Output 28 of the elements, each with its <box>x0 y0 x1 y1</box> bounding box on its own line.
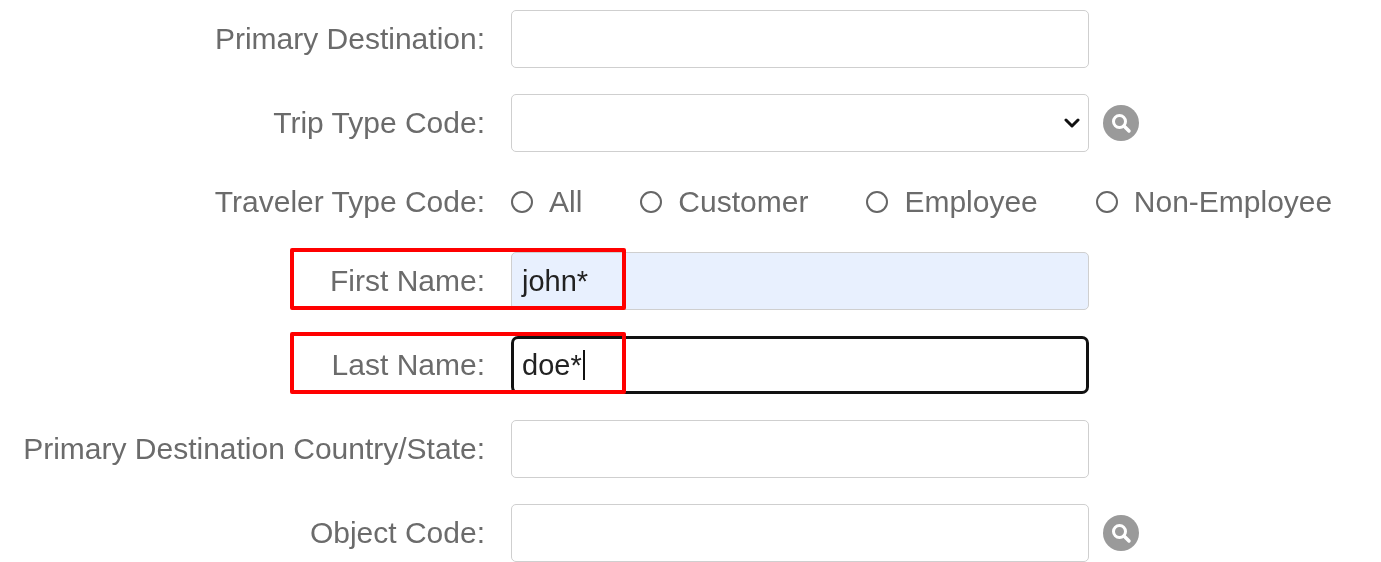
radio-label: Customer <box>678 185 809 219</box>
field-label: Traveler Type Code: <box>213 185 485 219</box>
radio-option[interactable]: Employee <box>866 185 1038 219</box>
radio-button[interactable] <box>1095 191 1118 213</box>
radio-button[interactable] <box>866 191 889 213</box>
radio-label: Non-Employee <box>1133 185 1333 219</box>
radio-button[interactable] <box>640 191 663 213</box>
field-label: Object Code: <box>308 516 485 550</box>
field-label: Last Name: <box>330 348 485 382</box>
field-label: Trip Type Code: <box>272 106 485 140</box>
input-field[interactable] <box>511 10 1089 68</box>
chevron-down-icon <box>1064 117 1080 129</box>
input-field[interactable]: john* <box>511 252 1089 310</box>
field-label: Primary Destination: <box>213 22 485 56</box>
search-icon[interactable] <box>1103 515 1139 551</box>
search-icon[interactable] <box>1103 105 1139 141</box>
field-label: First Name: <box>329 264 485 298</box>
radio-option[interactable]: All <box>511 185 583 219</box>
field-label: Primary Destination Country/State: <box>22 432 485 466</box>
radio-option[interactable]: Non-Employee <box>1095 185 1333 219</box>
input-field[interactable] <box>511 420 1089 478</box>
input-field[interactable] <box>511 504 1089 562</box>
radio-label: All <box>549 185 583 219</box>
dropdown-field[interactable] <box>511 94 1089 152</box>
radio-button[interactable] <box>511 191 533 213</box>
radio-label: Employee <box>904 185 1038 219</box>
input-field[interactable]: doe* <box>511 336 1089 394</box>
radio-option[interactable]: Customer <box>640 185 809 219</box>
